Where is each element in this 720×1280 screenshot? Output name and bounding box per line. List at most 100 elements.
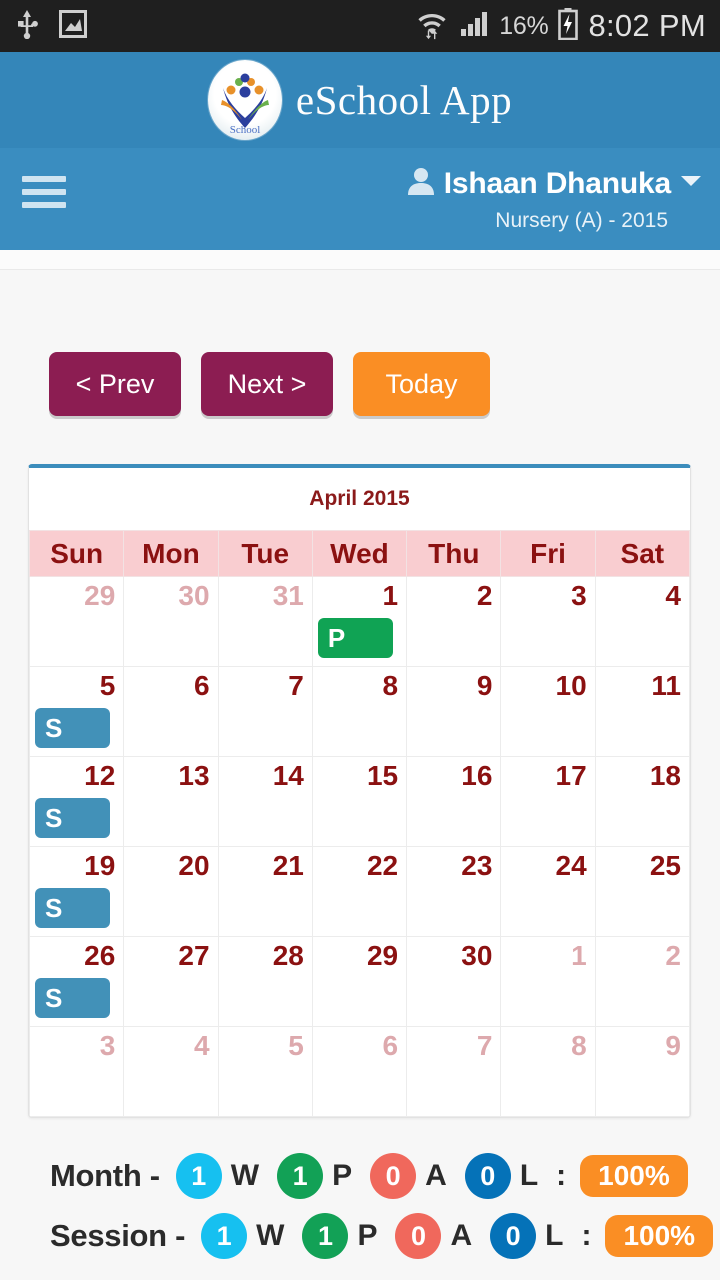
calendar-day-cell[interactable]: 5S <box>29 666 125 757</box>
user-avatar-icon <box>407 166 435 201</box>
calendar-day-cell[interactable]: 28 <box>217 936 313 1027</box>
user-name-label: Ishaan Dhanuka <box>443 166 671 200</box>
hamburger-line <box>22 189 66 195</box>
calendar-day-cell[interactable]: 12 S <box>29 756 125 847</box>
calendar-day-cell[interactable]: 15 <box>311 756 408 847</box>
summary-count-badge-a: 0 <box>395 1213 442 1259</box>
calendar-day-cell[interactable]: 27 <box>123 936 219 1027</box>
calendar-day-cell[interactable]: 29 <box>311 936 408 1027</box>
next-button[interactable]: Next > <box>201 352 333 416</box>
app-title-bar: School eSchool App <box>0 52 720 148</box>
calendar-day-cell[interactable]: 14 <box>217 756 313 847</box>
calendar-day-cell[interactable]: 7 <box>217 666 313 757</box>
calendar-day-cell[interactable]: 31 <box>217 576 313 667</box>
calendar-week-row: 19 S 20 21 22 23 24 25 <box>29 846 690 937</box>
calendar-day-cell[interactable]: 1P <box>311 576 408 667</box>
user-menu[interactable]: Ishaan Dhanuka Nursery (A) - 2015 <box>407 166 702 233</box>
summary-count-badge-p: 1 <box>277 1153 324 1199</box>
summary-separator: : <box>581 1219 592 1252</box>
calendar-day-number: 20 <box>178 850 210 881</box>
calendar-day-cell[interactable]: 23 <box>406 846 502 937</box>
calendar-day-cell[interactable]: 8 <box>311 666 408 757</box>
attendance-calendar: April 2015 Sun Mon Tue Wed Thu Fri Sat 29 30 31 1… <box>28 464 691 1118</box>
calendar-day-cell[interactable]: 13 <box>123 756 219 847</box>
calendar-day-cell[interactable]: 6 <box>311 1026 408 1117</box>
chevron-down-icon[interactable] <box>680 174 702 193</box>
prev-button[interactable]: < Prev <box>49 352 181 416</box>
calendar-day-cell[interactable]: 3 <box>29 1026 125 1117</box>
calendar-day-cell[interactable]: 19 S <box>29 846 125 937</box>
calendar-day-number: 25 <box>649 850 681 881</box>
calendar-day-cell[interactable]: 4 <box>123 1026 219 1117</box>
calendar-event-badge[interactable]: P <box>317 618 393 658</box>
calendar-day-cell[interactable]: 11 <box>594 666 690 757</box>
calendar-day-cell[interactable]: 26 S <box>29 936 125 1027</box>
calendar-event-badge[interactable]: S <box>35 798 110 838</box>
calendar-day-cell[interactable]: 10 <box>500 666 596 757</box>
calendar-day-cell[interactable]: 22 <box>311 846 408 937</box>
calendar-day-number: 16 <box>461 760 493 791</box>
calendar-day-number: 8 <box>382 670 399 701</box>
calendar-day-cell[interactable]: 20 <box>123 846 219 937</box>
summary-row: Session -1 W 1 P 0 A 0 L:100% <box>50 1213 720 1259</box>
calendar-day-number: 28 <box>272 940 304 971</box>
calendar-day-number: 3 <box>99 1030 116 1061</box>
calendar-day-cell[interactable]: 2 <box>594 936 690 1027</box>
svg-text:School: School <box>230 124 261 136</box>
eschool-logo-icon: School <box>207 60 282 140</box>
calendar-day-cell[interactable]: 25 <box>594 846 690 937</box>
calendar-day-cell[interactable]: 30 <box>406 936 502 1027</box>
hamburger-menu-icon[interactable] <box>22 176 66 208</box>
calendar-day-cell[interactable]: 18 <box>594 756 690 847</box>
signal-icon <box>459 9 489 44</box>
calendar-day-cell[interactable]: 4 <box>594 576 690 667</box>
calendar-week-row: 5 S 6 7 8 9 10 11 <box>29 666 690 757</box>
calendar-day-cell[interactable]: 17 <box>500 756 596 847</box>
calendar-day-cell[interactable]: 1 <box>500 936 596 1027</box>
calendar-day-cell[interactable]: 24 <box>500 846 596 937</box>
calendar-day-cell[interactable]: 9 <box>594 1026 690 1117</box>
user-name-row[interactable]: Ishaan Dhanuka <box>407 166 702 201</box>
summary-count-badge-a: 0 <box>370 1153 417 1199</box>
calendar-day-cell[interactable]: 30 <box>123 576 219 667</box>
calendar-day-number: 9 <box>476 670 493 701</box>
summary-row-label: Month - <box>50 1158 160 1193</box>
calendar-day-number: 13 <box>178 760 210 791</box>
calendar-day-number: 4 <box>665 580 681 611</box>
calendar-day-number: 26 <box>84 940 116 971</box>
today-button[interactable]: Today <box>353 352 490 416</box>
calendar-day-cell[interactable]: 2 <box>406 576 502 667</box>
clock-label: 8:02 PM <box>588 8 706 43</box>
calendar-day-number: 7 <box>288 670 304 701</box>
calendar-day-cell[interactable]: 8 <box>500 1026 596 1117</box>
calendar-day-cell[interactable]: 5 <box>217 1026 313 1117</box>
status-bar-right-icons: 16% 8:02 PM <box>415 7 706 46</box>
summary-percent-badge: 100% <box>580 1155 688 1197</box>
calendar-day-number: 5 <box>99 670 116 701</box>
calendar-week-row: 12 S 13 14 15 16 17 18 <box>29 756 690 847</box>
calendar-week-row: 3 4 5 6 7 8 9 <box>29 1026 690 1117</box>
calendar-day-number: 29 <box>84 580 116 611</box>
calendar-event-badge[interactable]: S <box>35 978 110 1018</box>
calendar-day-number: 4 <box>193 1030 210 1061</box>
calendar-event-badge[interactable]: S <box>35 888 110 928</box>
calendar-day-cell[interactable]: 16 <box>406 756 502 847</box>
user-class-label: Nursery (A) - 2015 <box>495 209 668 232</box>
calendar-day-number: 29 <box>366 940 399 971</box>
calendar-day-cell[interactable]: 3 <box>500 576 596 667</box>
summary-count-badge-w: 1 <box>175 1153 222 1199</box>
calendar-day-cell[interactable]: 21 <box>217 846 313 937</box>
calendar-weekday-wed: Wed <box>311 530 408 577</box>
main-content: < Prev Next > Today April 2015 Sun Mon Tue… <box>0 270 720 1259</box>
summary-code-label-a: A <box>425 1159 447 1192</box>
calendar-body: 29 30 31 1 P 2 3 4 5 S 6 7 8 9 10 11 12 S 13 14 15 16 17 18 19 S 2… <box>29 576 690 1117</box>
wifi-icon <box>415 7 449 46</box>
calendar-day-cell[interactable]: 7 <box>406 1026 502 1117</box>
calendar-day-number: 6 <box>382 1030 399 1061</box>
calendar-event-badge[interactable]: S <box>35 708 110 748</box>
calendar-day-cell[interactable]: 9 <box>406 666 502 757</box>
status-bar: 16% 8:02 PM <box>0 0 720 52</box>
calendar-day-cell[interactable]: 29 <box>29 576 125 667</box>
calendar-weekday-mon: Mon <box>123 530 219 577</box>
calendar-day-cell[interactable]: 6 <box>123 666 219 757</box>
